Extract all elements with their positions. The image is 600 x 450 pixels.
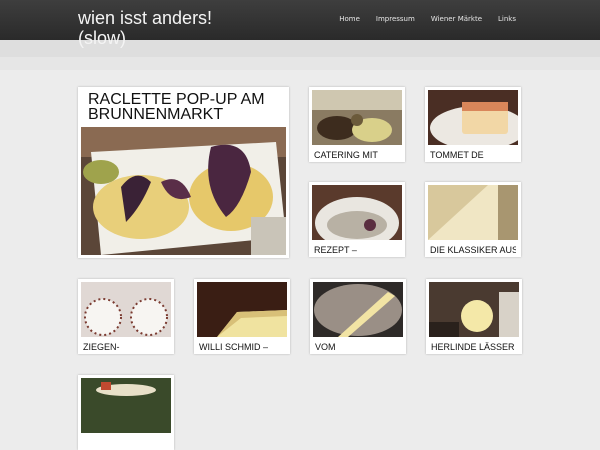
post-card[interactable]: CATERING MIT (309, 87, 405, 162)
post-title[interactable]: VOM (315, 342, 401, 352)
post-image[interactable] (428, 185, 518, 240)
post-title[interactable]: HERLINDE LÄSSER (431, 342, 517, 352)
post-image[interactable] (197, 282, 287, 337)
post-title[interactable]: DIE KLASSIKER AUS (430, 245, 516, 255)
post-card[interactable] (78, 375, 174, 450)
post-image[interactable] (313, 282, 403, 337)
featured-post-title[interactable]: RACLETTE POP-UP AM BRUNNENMARKT (88, 92, 278, 123)
post-image[interactable] (81, 282, 171, 337)
post-image[interactable] (429, 282, 519, 337)
post-title[interactable]: WILLI SCHMID – (199, 342, 285, 352)
nav-home[interactable]: Home (339, 15, 360, 23)
nav-impressum[interactable]: Impressum (376, 15, 415, 23)
post-title[interactable]: REZEPT – (314, 245, 400, 255)
main-nav: Home Impressum Wiener Märkte Links (323, 15, 516, 23)
post-card[interactable]: REZEPT – (309, 182, 405, 257)
featured-post-card[interactable]: RACLETTE POP-UP AM BRUNNENMARKT (78, 87, 289, 258)
post-card[interactable]: VOM (310, 279, 406, 354)
nav-wiener-maerkte[interactable]: Wiener Märkte (431, 15, 482, 23)
featured-post-image[interactable] (81, 127, 286, 255)
subheader-band (0, 57, 600, 70)
post-card[interactable]: ZIEGEN- (78, 279, 174, 354)
post-image[interactable] (312, 90, 402, 145)
post-card[interactable]: HERLINDE LÄSSER (426, 279, 522, 354)
post-image[interactable] (428, 90, 518, 145)
post-card[interactable]: DIE KLASSIKER AUS (425, 182, 521, 257)
nav-links[interactable]: Links (498, 15, 516, 23)
site-title[interactable]: wien isst anders! (slow) (78, 8, 248, 48)
post-image[interactable] (81, 378, 171, 433)
post-card[interactable]: WILLI SCHMID – (194, 279, 290, 354)
post-title[interactable]: ZIEGEN- (83, 342, 169, 352)
post-card[interactable]: TOMMET DE (425, 87, 521, 162)
post-title[interactable]: CATERING MIT (314, 150, 400, 160)
post-title[interactable]: TOMMET DE (430, 150, 516, 160)
post-image[interactable] (312, 185, 402, 240)
